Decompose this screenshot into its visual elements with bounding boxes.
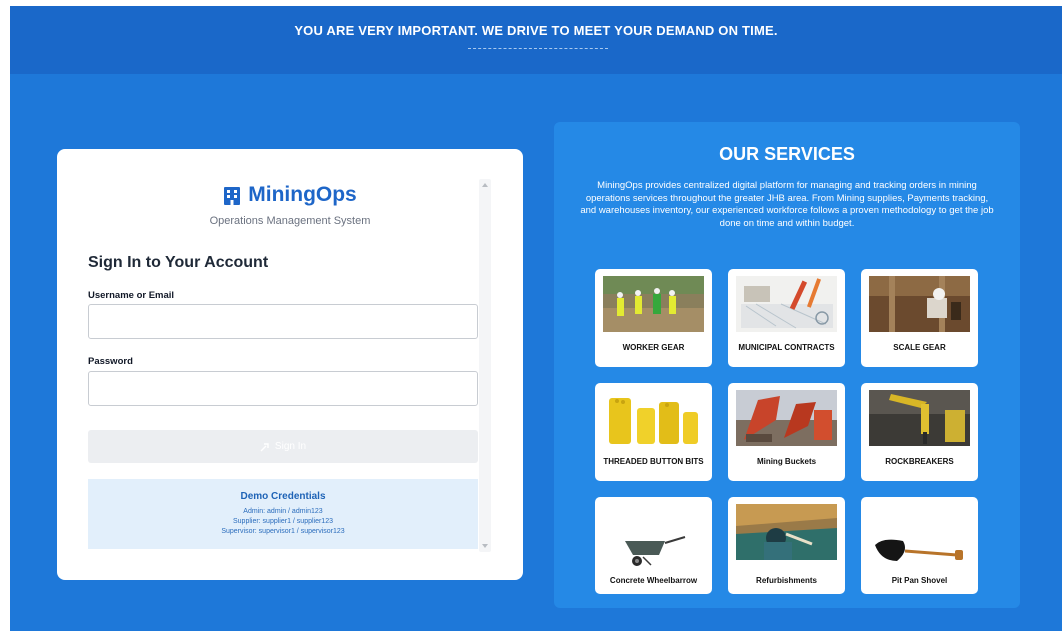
services-description: MiningOps provides centralized digital p… bbox=[580, 180, 994, 229]
password-input[interactable] bbox=[88, 371, 478, 406]
scroll-down-icon[interactable] bbox=[482, 544, 488, 548]
service-tile-refurbishments[interactable]: Refurbishments bbox=[728, 497, 845, 594]
service-tile-municipal-contracts[interactable]: MUNICIPAL CONTRACTS bbox=[728, 269, 845, 367]
signin-button[interactable]: Sign In bbox=[88, 430, 478, 463]
service-label: THREADED BUTTON BITS bbox=[603, 457, 704, 466]
username-label: Username or Email bbox=[88, 290, 175, 301]
brand-logo: MiningOps bbox=[57, 183, 523, 210]
service-label: Concrete Wheelbarrow bbox=[609, 576, 698, 585]
password-label: Password bbox=[88, 356, 133, 367]
service-tile-scale-gear[interactable]: SCALE GEAR bbox=[861, 269, 978, 367]
login-card: MiningOps Operations Management System S… bbox=[57, 149, 523, 580]
demo-supervisor: Supervisor: supervisor1 / supervisor123 bbox=[221, 528, 345, 535]
service-label: ROCKBREAKERS bbox=[885, 457, 954, 466]
threaded-button-bits-image bbox=[603, 390, 704, 446]
demo-supplier: Supplier: supplier1 / supplier123 bbox=[232, 518, 333, 525]
demo-credentials: Demo Credentials Admin: admin / admin123… bbox=[88, 479, 478, 549]
signin-icon bbox=[260, 442, 269, 451]
pit-pan-shovel-image bbox=[869, 517, 970, 573]
demo-admin: Admin: admin / admin123 bbox=[243, 508, 323, 515]
top-banner: YOU ARE VERY IMPORTANT. WE DRIVE TO MEET… bbox=[10, 6, 1062, 74]
concrete-wheelbarrow-image bbox=[603, 517, 704, 573]
service-label: MUNICIPAL CONTRACTS bbox=[738, 343, 835, 352]
username-input[interactable] bbox=[88, 304, 478, 339]
refurbishments-image bbox=[736, 504, 837, 560]
rockbreakers-image bbox=[869, 390, 970, 446]
service-tile-mining-buckets[interactable]: Mining Buckets bbox=[728, 383, 845, 481]
services-panel: OUR SERVICES MiningOps provides centrali… bbox=[554, 122, 1020, 608]
service-label: SCALE GEAR bbox=[893, 343, 946, 352]
scale-gear-image bbox=[869, 276, 970, 332]
signin-button-label: Sign In bbox=[274, 441, 307, 452]
service-tile-rockbreakers[interactable]: ROCKBREAKERS bbox=[861, 383, 978, 481]
service-tile-threaded-button-bits[interactable]: THREADED BUTTON BITS bbox=[595, 383, 712, 481]
service-label: Pit Pan Shovel bbox=[891, 576, 948, 585]
services-title: OUR SERVICES bbox=[719, 144, 855, 164]
demo-title: Demo Credentials bbox=[240, 491, 326, 502]
brand-name: MiningOps bbox=[248, 183, 357, 206]
service-label: Refurbishments bbox=[756, 576, 817, 585]
signin-heading: Sign In to Your Account bbox=[88, 254, 269, 271]
worker-gear-image bbox=[603, 276, 704, 332]
brand-subtitle: Operations Management System bbox=[209, 215, 371, 227]
municipal-contracts-image bbox=[736, 276, 837, 332]
mining-buckets-image bbox=[736, 390, 837, 446]
building-icon bbox=[224, 186, 241, 205]
service-tile-concrete-wheelbarrow[interactable]: Concrete Wheelbarrow bbox=[595, 497, 712, 594]
banner-divider bbox=[468, 48, 608, 49]
service-label: Mining Buckets bbox=[756, 457, 817, 466]
card-scrollbar[interactable] bbox=[479, 179, 491, 552]
page-frame: YOU ARE VERY IMPORTANT. WE DRIVE TO MEET… bbox=[10, 6, 1062, 631]
service-tile-worker-gear[interactable]: WORKER GEAR bbox=[595, 269, 712, 367]
service-tile-pit-pan-shovel[interactable]: Pit Pan Shovel bbox=[861, 497, 978, 594]
service-label: WORKER GEAR bbox=[622, 343, 685, 352]
banner-title: YOU ARE VERY IMPORTANT. WE DRIVE TO MEET… bbox=[294, 23, 778, 38]
